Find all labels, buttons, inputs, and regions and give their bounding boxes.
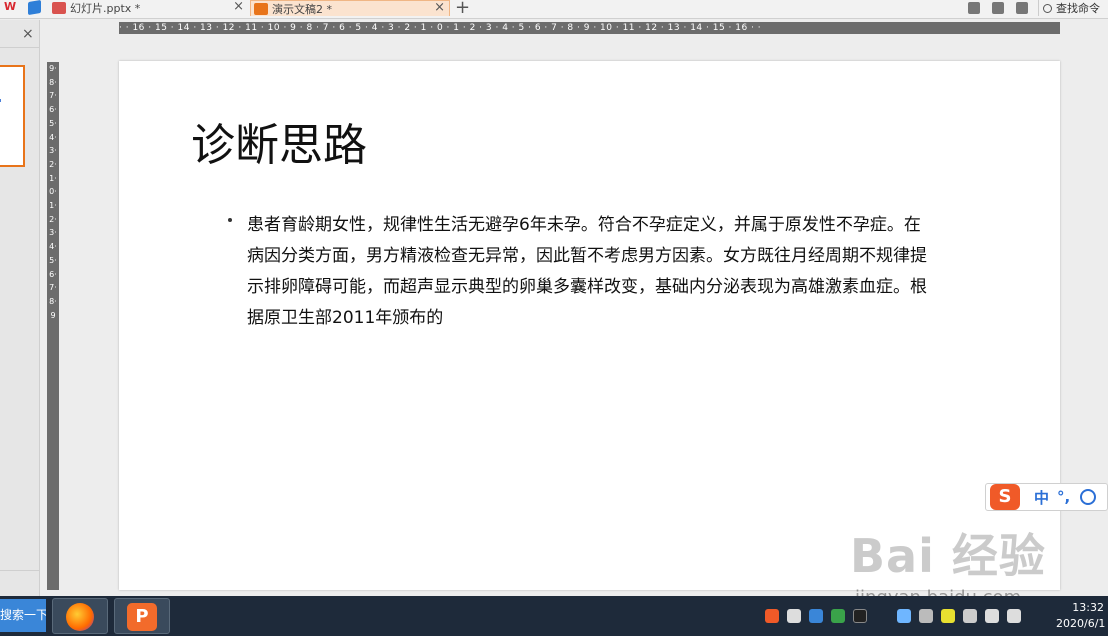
firefox-icon [66, 603, 94, 631]
ppt-file-icon [254, 2, 268, 15]
slide-thumbnail[interactable] [0, 65, 25, 167]
slide-panel: × [0, 20, 40, 596]
qq-icon[interactable] [853, 609, 867, 623]
clock[interactable]: 13:32 2020/6/1 [1056, 600, 1108, 632]
taskbar-wps-presentation[interactable]: P [114, 598, 170, 634]
baidu-watermark-logo: Bai 经验 [850, 529, 1046, 583]
bullet-text[interactable]: 患者育龄期女性，规律性生活无避孕6年未孕。符合不孕症定义，并属于原发性不孕症。在… [247, 210, 937, 334]
taskbar-search-button[interactable]: 搜索一下 [0, 599, 46, 632]
bullet-icon [228, 218, 232, 222]
sogou-logo-icon[interactable]: S [990, 484, 1020, 510]
network-tray-icon[interactable] [787, 609, 801, 623]
emoji-icon[interactable] [1080, 489, 1097, 505]
search-icon [1043, 3, 1052, 13]
shield-icon[interactable] [809, 609, 823, 623]
search-command[interactable]: 查找命令 [1038, 0, 1108, 16]
vertical-ruler: 9·8·7·6·5·4·3·2·1·0·1·2·3·4·5·6·7·8·9 [47, 62, 59, 590]
wps-presentation-icon: P [127, 603, 157, 631]
close-icon[interactable]: × [22, 26, 34, 42]
close-icon[interactable]: × [434, 1, 445, 15]
search-command-label: 查找命令 [1056, 2, 1100, 15]
usb-icon[interactable] [963, 609, 977, 623]
volume-icon[interactable] [1007, 609, 1021, 623]
signal-icon[interactable] [985, 609, 999, 623]
horizontal-ruler: · · 16 · 15 · 14 · 13 · 12 · 11 · 10 · 9… [119, 22, 1060, 34]
plus-icon[interactable] [941, 609, 955, 623]
divider [0, 570, 40, 571]
system-tray [765, 606, 1029, 626]
tab-bar: W 幻灯片.pptx * × 演示文稿2 * × + 查找命令 [0, 0, 1108, 19]
security-icon[interactable] [831, 609, 845, 623]
ppt-file-icon [52, 2, 66, 14]
ruler-ticks: · · 16 · 15 · 14 · 13 · 12 · 11 · 10 · 9… [119, 23, 762, 33]
ruler-ticks: 9·8·7·6·5·4·3·2·1·0·1·2·3·4·5·6·7·8·9 [49, 64, 57, 320]
ime-punctuation-toggle[interactable]: °, [1057, 488, 1070, 506]
divider [0, 47, 40, 48]
slide-title[interactable]: 诊断思路 [191, 109, 367, 173]
tab-label: 幻灯片.pptx * [70, 2, 141, 15]
clock-time: 13:32 [1072, 601, 1104, 614]
share-icon[interactable] [1016, 2, 1028, 14]
keyboard-icon[interactable] [919, 609, 933, 623]
tray-spacer [875, 609, 889, 623]
minimize-icon[interactable] [968, 2, 980, 14]
tab-label: 演示文稿2 * [272, 2, 332, 16]
tab-document-1[interactable]: 幻灯片.pptx * × [52, 0, 248, 16]
thumbnail-bullet [0, 99, 1, 102]
ime-mode-toggle[interactable]: 中 [1034, 487, 1049, 508]
cloud-icon[interactable] [897, 609, 911, 623]
ime-toolbar[interactable]: S 中 °, [985, 483, 1108, 511]
taskbar-firefox[interactable] [52, 598, 108, 634]
bullet-textbox[interactable]: 患者育龄期女性，规律性生活无避孕6年未孕。符合不孕症定义，并属于原发性不孕症。在… [228, 210, 937, 334]
tab-document-2[interactable]: 演示文稿2 * × [250, 0, 450, 16]
slide-canvas[interactable]: 诊断思路 患者育龄期女性，规律性生活无避孕6年未孕。符合不孕症定义，并属于原发性… [119, 61, 1060, 590]
wps-logo-icon[interactable]: W [4, 0, 18, 14]
cube-icon[interactable] [28, 0, 41, 16]
toolbar-right [968, 0, 1040, 16]
pin-icon[interactable] [992, 2, 1004, 14]
sogou-tray-icon[interactable] [765, 609, 779, 623]
close-icon[interactable]: × [233, 0, 244, 14]
clock-date: 2020/6/1 [1056, 617, 1106, 630]
new-tab-icon[interactable]: + [455, 0, 470, 18]
taskbar: 搜索一下 P 13:32 2020/6/1 [0, 596, 1108, 636]
